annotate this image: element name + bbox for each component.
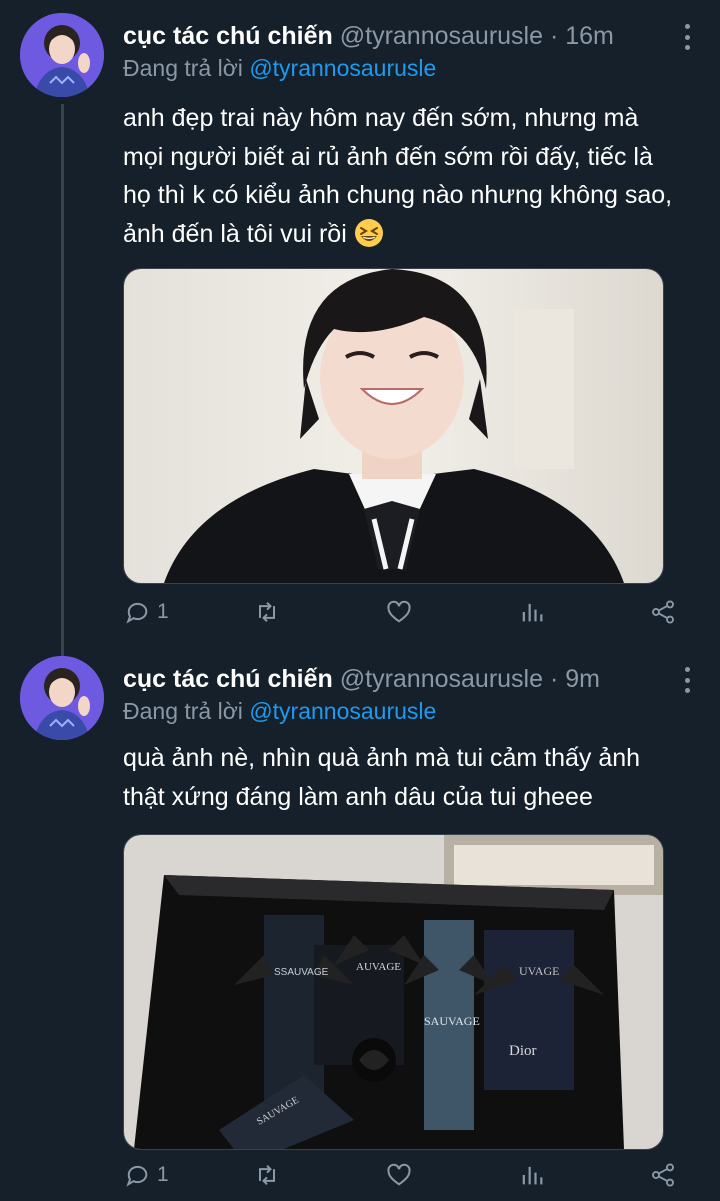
grinning-squinting-face-emoji [354,218,384,248]
tweet-text: quà ảnh nè, nhìn quà ảnh mà tui cảm thấy… [123,744,641,811]
timestamp[interactable]: 9m [565,665,600,693]
like-button[interactable] [385,595,413,629]
separator-dot: · [549,22,559,50]
reply-count: 1 [157,600,169,623]
reply-count: 1 [157,1163,169,1186]
like-icon [387,1163,411,1186]
bottle-label: SAUVAGE [424,1014,480,1028]
replying-to-handle[interactable]: @tyrannosaurusle [249,698,436,724]
user-handle[interactable]: @tyrannosaurusle [340,22,543,50]
reply-button[interactable]: 1 [123,595,169,629]
analytics-icon [522,603,543,622]
tweet-photo-gift-box[interactable]: SSAUVAGE AUVAGE SAUVAGE Dior UVAGE SAUVA… [123,834,664,1150]
replying-to-label: Đang trả lời [123,55,243,81]
analytics-button[interactable] [518,595,546,629]
reply-button[interactable]: 1 [123,1158,169,1192]
reply-icon [126,1165,148,1187]
display-name[interactable]: cục tác chú chiến [123,22,333,50]
bottle-label: UVAGE [519,964,559,978]
tweet-actions: 1 [123,1158,683,1192]
retweet-icon [259,601,275,623]
tweet-text: anh đẹp trai này hôm nay đến sớm, nhưng … [123,104,673,248]
replying-to-label: Đang trả lời [123,698,243,724]
retweet-icon [259,1164,275,1186]
bottle-label: AUVAGE [356,961,401,973]
timestamp[interactable]: 16m [565,22,614,50]
share-icon [652,600,674,624]
reply-icon [126,602,148,624]
like-icon [387,600,411,623]
more-icon[interactable] [682,24,692,50]
share-icon [652,1163,674,1187]
like-button[interactable] [385,1158,413,1192]
analytics-icon [522,1166,543,1185]
brand-label: Dior [509,1043,537,1059]
tweet-header: cục tác chú chiến @tyrannosaurusle · 9m … [123,663,670,727]
tweet-header: cục tác chú chiến @tyrannosaurusle · 16m… [123,20,670,84]
analytics-button[interactable] [518,1158,546,1192]
tweet-actions: 1 [123,595,683,629]
retweet-button[interactable] [253,595,281,629]
tweet[interactable]: cục tác chú chiến @tyrannosaurusle · 16m… [0,0,720,650]
bottle-label: SSAUVAGE [274,967,329,978]
share-button[interactable] [649,1158,677,1192]
separator-dot: · [549,665,559,693]
user-handle[interactable]: @tyrannosaurusle [340,665,543,693]
more-icon[interactable] [682,667,692,693]
share-button[interactable] [649,595,677,629]
retweet-button[interactable] [253,1158,281,1192]
tweet-photo-portrait[interactable] [123,268,664,584]
replying-to-handle[interactable]: @tyrannosaurusle [249,55,436,81]
avatar[interactable] [20,13,104,97]
tweet[interactable]: cục tác chú chiến @tyrannosaurusle · 9m … [0,643,720,1201]
avatar[interactable] [20,656,104,740]
display-name[interactable]: cục tác chú chiến [123,665,333,693]
